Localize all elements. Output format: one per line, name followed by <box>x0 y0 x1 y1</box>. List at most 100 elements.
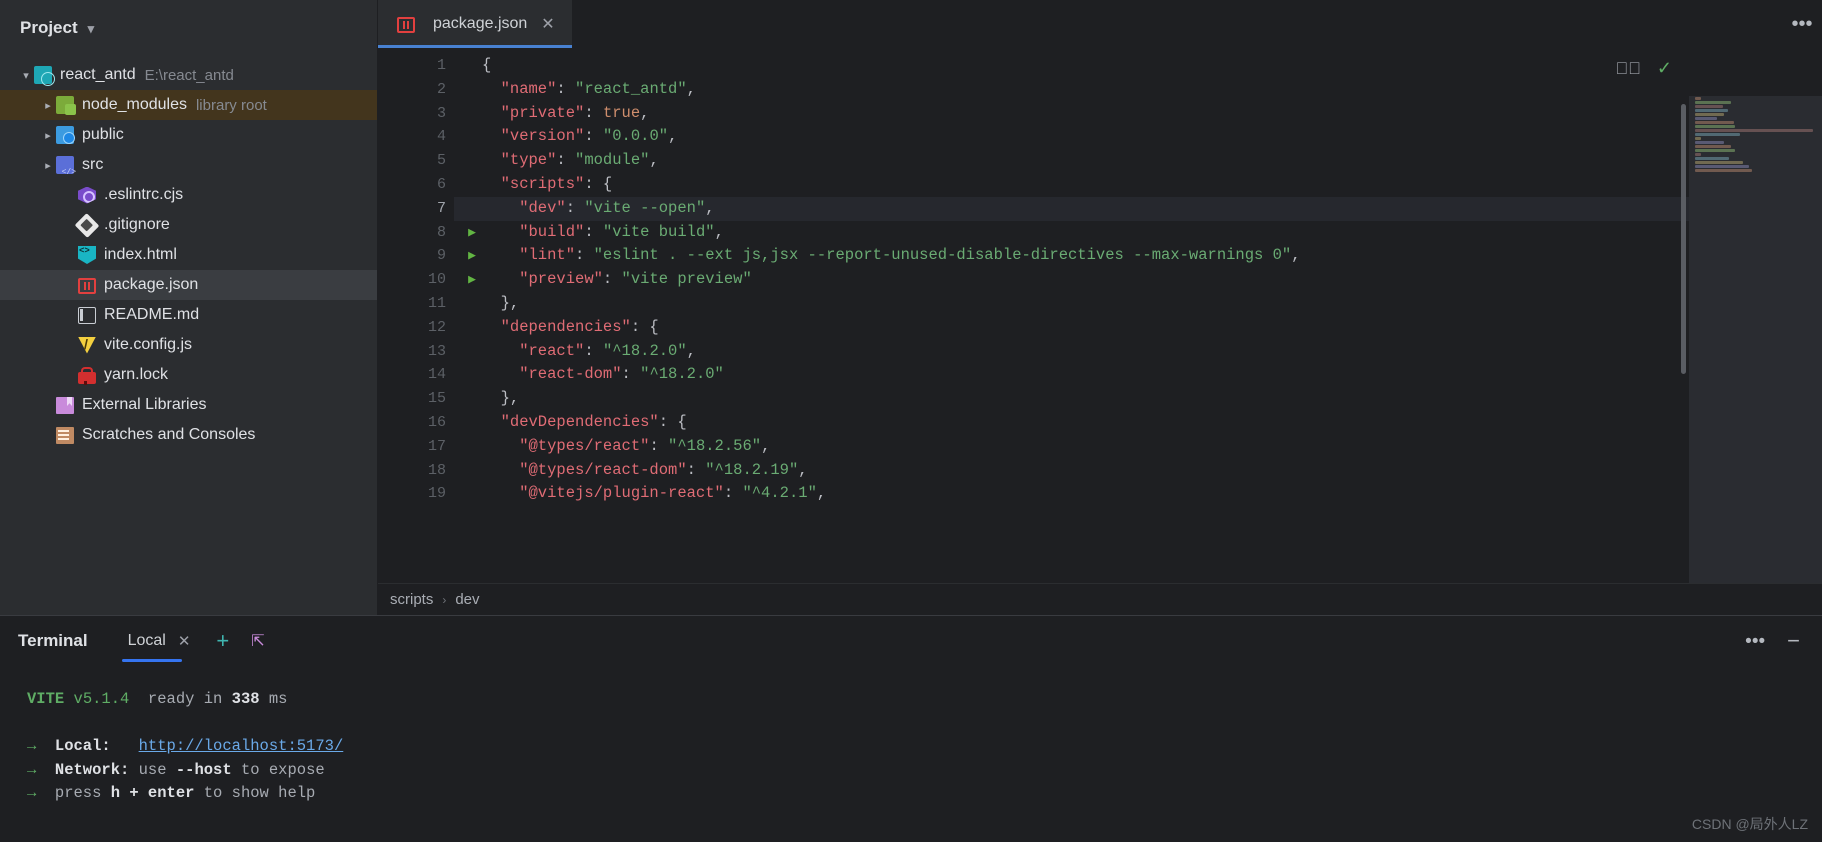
chevron-right-icon[interactable] <box>40 129 56 142</box>
tree-item-react-antd[interactable]: react_antd E:\react_antd <box>0 60 377 90</box>
tabbar-spacer <box>572 0 1782 48</box>
expand-icon[interactable]: ⇱ <box>251 631 264 651</box>
close-icon[interactable]: ✕ <box>178 632 191 650</box>
project-panel-header[interactable]: Project ▾ <box>0 0 377 56</box>
code-token: : <box>584 341 603 360</box>
line-number: 12 <box>427 318 446 336</box>
chevron-down-icon[interactable]: ▾ <box>88 21 95 37</box>
tree-item-index-html[interactable]: index.html <box>0 240 377 270</box>
code-line[interactable]: }, <box>482 292 1822 316</box>
code-line[interactable]: "version": "0.0.0", <box>482 125 1822 149</box>
plus-icon[interactable]: + <box>216 630 229 652</box>
code-token: : { <box>658 412 687 431</box>
line-number-gutter[interactable]: 1234567▶8▶9▶10▶111213141516171819 <box>378 48 476 583</box>
minimap-line <box>1695 101 1731 104</box>
tree-item-label: .eslintrc.cjs <box>104 186 184 203</box>
code-line[interactable]: "preview": "vite preview" <box>482 268 1822 292</box>
line-number: 14 <box>427 366 446 384</box>
tree-item-label: README.md <box>104 306 200 323</box>
chevron-right-icon[interactable] <box>40 159 56 172</box>
terminal-text: ready in <box>129 690 232 708</box>
tree-item-public[interactable]: public <box>0 120 377 150</box>
chevron-right-icon[interactable] <box>40 99 56 112</box>
code-token: "react-dom" <box>482 365 622 384</box>
code-line[interactable]: "@types/react": "^18.2.56", <box>482 435 1822 459</box>
minimap-line <box>1695 133 1740 136</box>
code-content[interactable]: { "name": "react_antd", "private": true,… <box>454 48 1822 583</box>
editor-vertical-scrollbar[interactable] <box>1681 104 1686 374</box>
lock-icon <box>78 366 96 385</box>
code-line[interactable]: "scripts": { <box>482 173 1822 197</box>
tree-item-src[interactable]: src <box>0 150 377 180</box>
code-line[interactable]: "devDependencies": { <box>482 411 1822 435</box>
chevron-down-icon[interactable] <box>18 69 34 82</box>
code-area[interactable]: 1234567▶8▶9▶10▶111213141516171819 { "nam… <box>378 48 1822 583</box>
code-token: : <box>584 127 603 146</box>
code-line[interactable]: "react": "^18.2.0", <box>482 340 1822 364</box>
editor-pane: package.json ✕ ••• 1234567▶8▶9▶10▶111213… <box>378 0 1822 615</box>
code-line[interactable]: }, <box>482 387 1822 411</box>
tree-item-label: yarn.lock <box>104 366 169 383</box>
code-token: "scripts" <box>482 174 585 193</box>
terminal-tab-local[interactable]: Local ✕ <box>121 616 197 666</box>
tree-item-readme-md[interactable]: README.md <box>0 300 377 330</box>
minimap-line <box>1695 137 1702 140</box>
terminal-text: use <box>129 760 176 779</box>
editor-minimap[interactable] <box>1689 96 1822 583</box>
code-token: "eslint . --ext js,jsx --report-unused-d… <box>593 246 1292 265</box>
code-line[interactable]: "name": "react_antd", <box>482 78 1822 102</box>
code-line[interactable]: "lint": "eslint . --ext js,jsx --report-… <box>482 244 1822 268</box>
minimap-line <box>1695 129 1813 132</box>
terminal-url-link[interactable]: http://localhost:5173/ <box>139 737 344 755</box>
code-line[interactable]: "dependencies": { <box>482 316 1822 340</box>
code-token: "^18.2.0" <box>640 365 724 384</box>
tree-item-node-modules[interactable]: node_modules library root <box>0 90 377 120</box>
code-token: : <box>723 484 743 503</box>
project-icon <box>34 66 55 86</box>
line-number: 7▶ <box>378 197 476 221</box>
code-token: "^18.2.0" <box>602 341 687 360</box>
minimize-icon[interactable]: − <box>1787 628 1800 654</box>
code-line[interactable]: "@types/react-dom": "^18.2.19", <box>482 459 1822 483</box>
code-token: "preview" <box>482 270 603 289</box>
minimap-line <box>1695 97 1701 100</box>
terminal-output[interactable]: VITE v5.1.4 ready in 338 ms → Local: http… <box>0 666 1822 842</box>
code-token: { <box>482 56 492 74</box>
more-options-icon[interactable]: ••• <box>1782 0 1822 48</box>
code-line[interactable]: "type": "module", <box>482 149 1822 173</box>
tab-package-json[interactable]: package.json ✕ <box>378 0 572 48</box>
tree-item--eslintrc-cjs[interactable]: .eslintrc.cjs <box>0 180 377 210</box>
json-icon <box>78 277 96 294</box>
tree-item-package-json[interactable]: package.json <box>0 270 377 300</box>
tree-item-external-libraries[interactable]: External Libraries <box>0 390 377 420</box>
minimap-line <box>1695 169 1753 172</box>
code-token: "type" <box>482 151 557 170</box>
close-icon[interactable]: ✕ <box>541 14 554 34</box>
check-icon[interactable]: ✓ <box>1657 58 1672 79</box>
code-line[interactable]: "dev": "vite --open", <box>454 196 1822 221</box>
tree-item--gitignore[interactable]: .gitignore <box>0 210 377 240</box>
tree-item-scratches-and-consoles[interactable]: Scratches and Consoles <box>0 420 377 450</box>
breadcrumb-item[interactable]: dev <box>455 591 479 608</box>
tree-item-vite-config-js[interactable]: vite.config.js <box>0 330 377 360</box>
code-line[interactable]: "private": true, <box>482 102 1822 126</box>
breadcrumb-item[interactable]: scripts <box>390 591 433 608</box>
code-token: : <box>584 222 603 241</box>
markdown-icon <box>78 307 96 324</box>
minimap-line <box>1695 105 1723 108</box>
ide-window: Project ▾ react_antd E:\react_antd node_mo… <box>0 0 1822 842</box>
minimap-line <box>1695 161 1744 164</box>
terminal-text: → <box>27 737 55 755</box>
more-options-icon[interactable]: ••• <box>1745 632 1765 651</box>
code-line[interactable]: "@vitejs/plugin-react": "^4.2.1", <box>482 482 1822 506</box>
code-token: "version" <box>482 127 585 146</box>
code-line[interactable]: "react-dom": "^18.2.0" <box>482 363 1822 387</box>
tree-item-yarn-lock[interactable]: yarn.lock <box>0 360 377 390</box>
eye-off-icon[interactable]: 👁⃠ <box>1615 59 1641 79</box>
minimap-line <box>1695 157 1730 160</box>
code-line[interactable]: "build": "vite build", <box>482 221 1822 245</box>
code-token: "vite --open" <box>584 198 706 217</box>
line-number: 3 <box>436 104 446 122</box>
